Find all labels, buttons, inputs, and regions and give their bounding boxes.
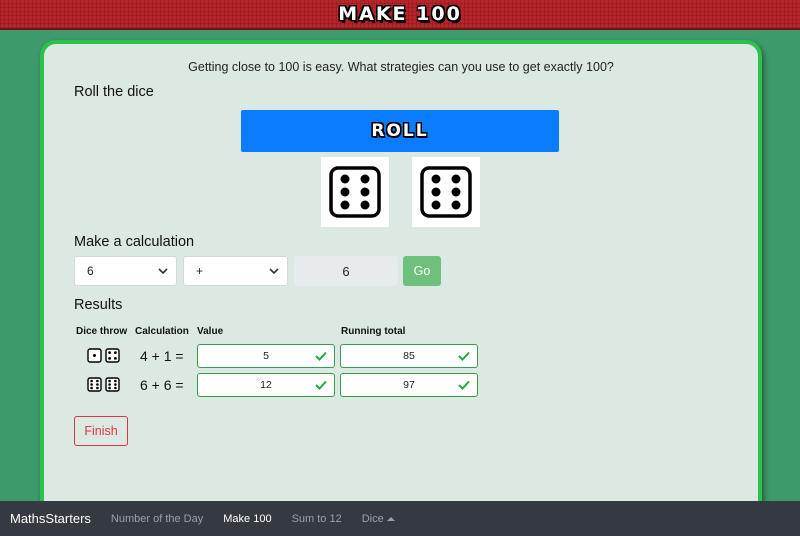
value-input-text: 12 [260, 379, 272, 391]
nav-link-make-100[interactable]: Make 100 [223, 513, 271, 525]
operator-select[interactable]: + [183, 256, 288, 286]
col-value: Value [197, 326, 224, 337]
die-2 [412, 157, 480, 227]
value-input-text: 5 [263, 350, 269, 362]
value-input[interactable]: 12 [197, 373, 335, 397]
caret-up-icon [386, 516, 395, 521]
roll-button[interactable]: ROLL [241, 110, 559, 152]
go-button[interactable]: Go [403, 256, 441, 286]
die-six-icon [420, 166, 472, 218]
nav-dropdown-dice-label: Dice [361, 512, 384, 525]
running-total-text: 97 [403, 379, 415, 391]
col-running-total: Running total [341, 326, 406, 337]
calc-result-field: 6 [294, 256, 398, 286]
operator-select-value: + [196, 264, 204, 278]
app-title: MAKE 100 [338, 3, 462, 25]
intro-text: Getting close to 100 is easy. What strat… [188, 60, 614, 74]
roll-button-label: ROLL [371, 121, 429, 141]
die-four-icon [105, 348, 120, 363]
check-icon [458, 351, 470, 361]
running-total-input[interactable]: 97 [340, 373, 478, 397]
game-card: Getting close to 100 is easy. What strat… [40, 40, 762, 520]
row-calculation: 6 + 6 = [140, 377, 184, 393]
number-select[interactable]: 6 [74, 256, 177, 286]
nav-dropdown-dice[interactable]: Dice [362, 513, 395, 525]
check-icon [315, 351, 327, 361]
chevron-down-icon [158, 268, 168, 275]
number-select-value: 6 [87, 264, 94, 278]
table-row-dice [87, 348, 120, 363]
die-six-icon [329, 166, 381, 218]
die-six-icon [105, 377, 120, 392]
col-dice-throw: Dice throw [76, 326, 128, 337]
nav-link-number-of-the-day[interactable]: Number of the Day [111, 513, 203, 525]
die-six-icon [87, 377, 102, 392]
table-row-dice [87, 377, 120, 392]
col-calculation: Calculation [135, 326, 189, 337]
bottom-navbar: MathsStarters Number of the Day Make 100… [0, 501, 800, 536]
finish-button[interactable]: Finish [74, 416, 128, 446]
row-calculation: 4 + 1 = [140, 348, 184, 364]
die-1 [321, 157, 389, 227]
running-total-input[interactable]: 85 [340, 344, 478, 368]
running-total-text: 85 [403, 350, 415, 362]
calc-heading: Make a calculation [74, 234, 195, 250]
die-one-icon [87, 348, 102, 363]
chevron-down-icon [269, 268, 279, 275]
check-icon [458, 380, 470, 390]
nav-link-sum-to-12[interactable]: Sum to 12 [292, 513, 342, 525]
header-banner: MAKE 100 [0, 0, 800, 30]
navbar-brand[interactable]: MathsStarters [10, 511, 91, 526]
roll-heading: Roll the dice [74, 84, 154, 100]
check-icon [315, 380, 327, 390]
value-input[interactable]: 5 [197, 344, 335, 368]
results-heading: Results [74, 297, 123, 313]
